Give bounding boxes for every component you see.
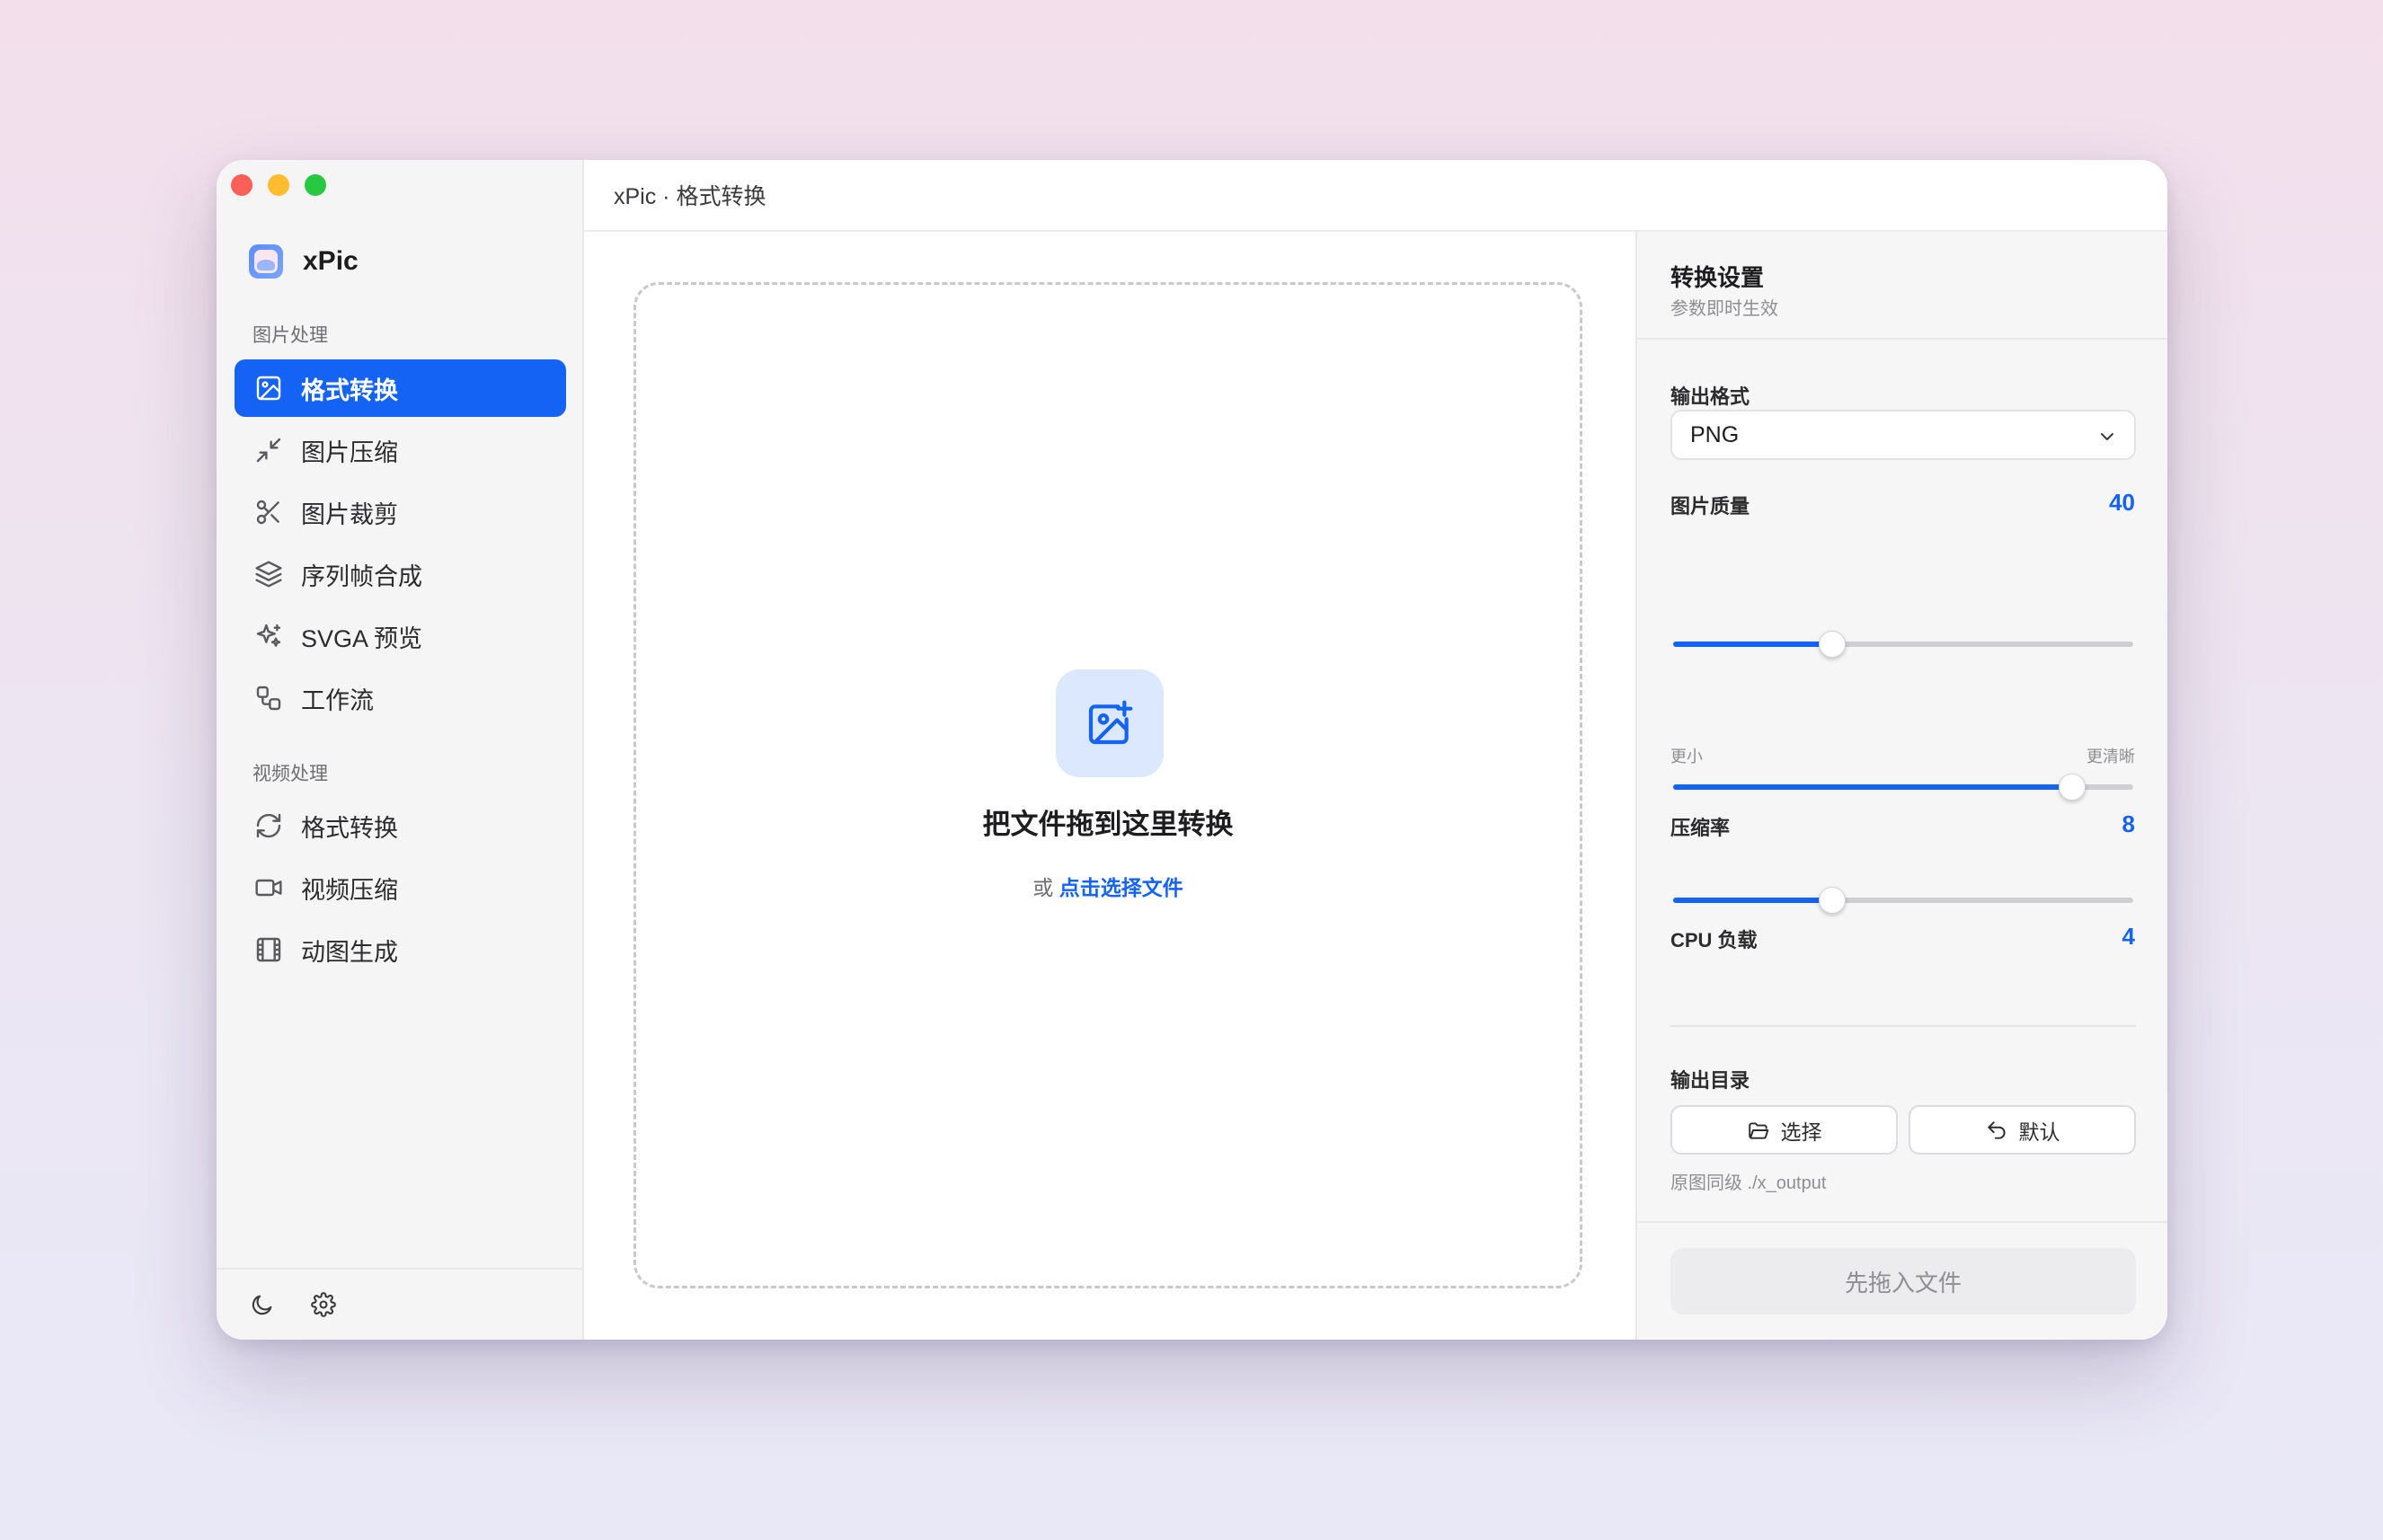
video-camera-icon [255,879,282,897]
moon-icon [252,1295,272,1315]
zoom-window-button[interactable] [305,174,326,196]
quality-slider[interactable] [1673,628,2133,660]
folder-open-icon [1748,1121,1768,1139]
sidebar-item-image-format-convert[interactable]: 格式转换 [235,359,566,417]
slider-thumb[interactable] [1818,631,1846,658]
add-image-icon [1056,669,1164,777]
quality-hint-left: 更小 [1670,748,1703,766]
chevron-down-icon [2101,433,2113,440]
app-brand: xPic [249,244,359,279]
slider-thumb[interactable] [2058,774,2086,801]
choose-dir-label: 选择 [1780,1120,1822,1144]
slider-fill [1673,784,2072,790]
window-title: xPic · 格式转换 [614,184,766,209]
sparkles-icon [256,624,281,647]
refresh-icon [256,813,281,838]
sidebar-item-image-crop[interactable]: 图片裁剪 [235,483,566,541]
sidebar-item-gif-generate[interactable]: 动图生成 [235,921,566,978]
choose-file-link[interactable]: 点击选择文件 [1059,876,1183,899]
slider-fill [1673,642,1832,647]
quality-label: 图片质量 [1670,495,1750,518]
output-path-text: 原图同级 ./x_output [1670,1173,1827,1193]
output-dir-label: 输出目录 [1670,1069,1750,1092]
cpu-load-value: 4 [2122,923,2135,950]
sidebar-item-label: 格式转换 [301,814,398,842]
minimize-window-button[interactable] [268,174,289,196]
app-name: xPic [303,246,359,276]
cpu-load-label: CPU 负载 [1670,929,1758,951]
output-format-label: 输出格式 [1670,385,1750,408]
quality-hint-right: 更清晰 [2086,748,2135,766]
sidebar-item-label: 动图生成 [301,938,398,966]
image-section-title: 图片处理 [252,325,328,346]
settings-title: 转换设置 [1670,264,1765,291]
gear-icon [311,1292,336,1317]
sidebar-item-video-format-convert[interactable]: 格式转换 [235,797,566,854]
default-dir-label: 默认 [2018,1120,2060,1144]
sidebar-item-workflow[interactable]: 工作流 [235,669,566,727]
sidebar-item-label: 格式转换 [301,376,398,404]
slider-thumb[interactable] [1818,887,1846,914]
sidebar-item-label: 工作流 [301,686,374,714]
settings-footer: 先拖入文件 [1637,1221,2167,1340]
settings-panel: 转换设置 参数即时生效 输出格式 PNG 图片质量 40 更小 更清晰 压缩率 … [1635,232,2167,1340]
quality-value: 40 [2109,489,2135,516]
settings-subtitle: 参数即时生效 [1670,299,1778,319]
sidebar-item-label: 视频压缩 [301,876,398,904]
sidebar-item-svga-preview[interactable]: SVGA 预览 [235,607,566,665]
scissors-icon [256,500,279,525]
file-dropzone[interactable]: 把文件拖到这里转换 或 点击选择文件 [633,282,1582,1288]
start-convert-button[interactable]: 先拖入文件 [1670,1248,2136,1314]
choose-dir-button[interactable]: 选择 [1670,1105,1898,1155]
sidebar: xPic 图片处理 格式转换 图片压缩 图片裁剪 序列帧合成 SVGA 预览 工… [217,160,584,1340]
output-format-select[interactable]: PNG [1670,410,2136,460]
dropzone-subtitle: 或 点击选择文件 [636,871,1580,901]
video-section-title: 视频处理 [252,764,328,784]
default-dir-button[interactable]: 默认 [1909,1105,2136,1155]
sidebar-item-label: 图片压缩 [301,438,398,466]
settings-header: 转换设置 参数即时生效 [1637,232,2167,340]
window-controls [231,174,326,196]
compress-arrows-icon [256,438,281,463]
theme-toggle-button[interactable] [247,1289,278,1320]
slider-fill [1673,898,1832,903]
film-icon [256,937,281,962]
undo-icon [1987,1120,2006,1139]
sidebar-item-sequence-compose[interactable]: 序列帧合成 [235,545,566,603]
window-titlebar: xPic · 格式转换 [584,160,2167,232]
section-divider [1670,1025,2136,1027]
sidebar-item-label: 图片裁剪 [301,500,398,528]
sidebar-item-video-compress[interactable]: 视频压缩 [235,859,566,916]
sidebar-footer [217,1268,582,1340]
sidebar-item-label: 序列帧合成 [301,562,422,590]
dropzone-title: 把文件拖到这里转换 [982,809,1234,840]
dropzone-or-text: 或 [1032,876,1054,899]
image-icon [256,376,281,401]
output-format-value: PNG [1690,421,1740,447]
sidebar-item-label: SVGA 预览 [301,624,423,652]
compression-slider[interactable] [1673,771,2133,803]
cpu-load-slider[interactable] [1673,884,2133,916]
app-window: xPic 图片处理 格式转换 图片压缩 图片裁剪 序列帧合成 SVGA 预览 工… [217,160,2167,1340]
app-logo-icon [249,244,283,279]
settings-button[interactable] [308,1289,339,1320]
compression-value: 8 [2122,810,2135,837]
main-content: 把文件拖到这里转换 或 点击选择文件 [584,232,1635,1340]
layers-icon [255,561,282,588]
compression-label: 压缩率 [1670,817,1731,839]
close-window-button[interactable] [231,174,252,196]
sidebar-item-image-compress[interactable]: 图片压缩 [235,421,566,479]
workflow-icon [256,686,281,711]
